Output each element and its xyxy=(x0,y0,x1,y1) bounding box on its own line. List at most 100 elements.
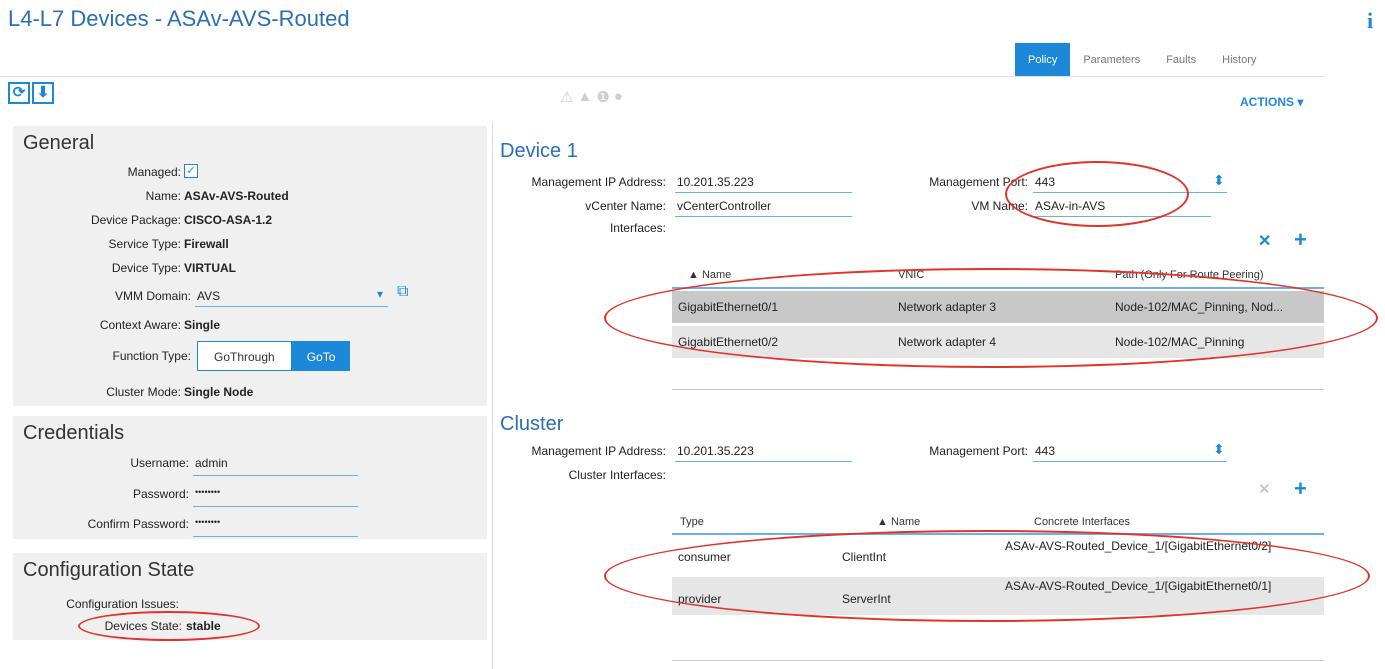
row-type: consumer xyxy=(678,550,731,564)
devices-state-value: stable xyxy=(186,619,221,633)
confirm-password-input[interactable]: •••••••• xyxy=(195,517,220,527)
context-aware-label: Context Aware: xyxy=(99,318,181,332)
username-input[interactable]: admin xyxy=(195,456,228,470)
confirm-password-underline xyxy=(193,536,358,537)
cluster-mgmt-port-label: Management Port: xyxy=(929,444,1028,458)
critical-fault-icon[interactable]: ⚠ xyxy=(560,88,573,106)
device1-header-rule xyxy=(672,287,1324,289)
row-vnic: Network adapter 3 xyxy=(898,300,997,314)
chevron-down-icon[interactable]: ▾ xyxy=(377,287,383,301)
vm-name-underline xyxy=(1033,216,1211,217)
device1-mgmt-ip-input[interactable]: 10.201.35.223 xyxy=(677,175,754,189)
device1-col-path[interactable]: Path (Only For Route Peering) xyxy=(1115,269,1264,281)
page-title: L4-L7 Devices - ASAv-AVS-Routed xyxy=(8,6,350,31)
vmm-domain-label: VMM Domain: xyxy=(114,289,191,303)
device-package-label: Device Package: xyxy=(90,213,181,227)
spinner-icon[interactable]: ⬍ xyxy=(1213,441,1225,458)
cluster-interfaces-label: Cluster Interfaces: xyxy=(568,468,666,482)
tab-faults[interactable]: Faults xyxy=(1153,43,1209,77)
managed-checkbox[interactable]: ✓ xyxy=(184,164,198,178)
password-input[interactable]: •••••••• xyxy=(195,487,220,497)
tab-bar: Policy Parameters Faults History xyxy=(1015,43,1269,77)
vm-name-input[interactable]: ASAv-in-AVS xyxy=(1035,199,1105,213)
actions-menu[interactable]: ACTIONS ▾ xyxy=(1240,95,1303,109)
name-label: Name: xyxy=(145,189,181,203)
cluster-table-bottom xyxy=(672,660,1324,661)
download-icon[interactable]: ⬇ xyxy=(32,82,54,104)
password-label: Password: xyxy=(132,487,189,501)
cluster-title: Cluster xyxy=(500,413,564,435)
device1-mgmt-ip-underline xyxy=(675,192,852,193)
info-icon[interactable]: i xyxy=(1367,8,1373,34)
vcenter-name-input[interactable]: vCenterController xyxy=(677,199,771,213)
cluster-mgmt-port-input[interactable]: 443 xyxy=(1035,444,1055,458)
delete-cluster-interface-icon[interactable]: ✕ xyxy=(1258,480,1271,498)
cluster-mgmt-ip-underline xyxy=(675,461,852,462)
config-state-title: Configuration State xyxy=(23,559,195,581)
tab-history[interactable]: History xyxy=(1209,43,1269,77)
table-row[interactable]: GigabitEthernet0/2 Network adapter 4 Nod… xyxy=(672,326,1324,358)
device-type-label: Device Type: xyxy=(111,261,181,275)
name-value: ASAv-AVS-Routed xyxy=(184,189,289,203)
fault-counters: ⚠ ▲ ❶ ● xyxy=(560,88,623,106)
function-type-label: Function Type: xyxy=(112,349,192,363)
vm-name-label: VM Name: xyxy=(971,199,1028,213)
config-issues-label: Configuration Issues: xyxy=(66,597,179,611)
refresh-icon[interactable]: ⟳ xyxy=(8,82,30,104)
spinner-icon[interactable]: ⬍ xyxy=(1213,172,1225,189)
table-row[interactable]: consumer ClientInt ASAv-AVS-Routed_Devic… xyxy=(672,537,1324,573)
cluster-mgmt-ip-input[interactable]: 10.201.35.223 xyxy=(677,444,754,458)
cluster-col-concrete[interactable]: Concrete Interfaces xyxy=(1034,516,1130,528)
service-type-value: Firewall xyxy=(184,237,229,251)
device1-col-name[interactable]: ▲ Name xyxy=(688,269,731,281)
context-aware-value: Single xyxy=(184,318,221,332)
service-type-label: Service Type: xyxy=(108,237,181,251)
major-fault-icon[interactable]: ▲ xyxy=(577,88,592,106)
row-path: Node-102/MAC_Pinning xyxy=(1115,335,1245,349)
row-name: ServerInt xyxy=(842,592,891,606)
interfaces-label: Interfaces: xyxy=(609,221,666,235)
cluster-mode-label: Cluster Mode: xyxy=(106,385,181,399)
devices-state-label: Devices State: xyxy=(104,619,182,633)
cluster-mode-value: Single Node xyxy=(184,385,254,399)
confirm-password-label: Confirm Password: xyxy=(87,517,189,531)
managed-label: Managed: xyxy=(127,165,181,179)
row-concrete: ASAv-AVS-Routed_Device_1/[GigabitEtherne… xyxy=(1005,539,1272,553)
device-type-value: VIRTUAL xyxy=(184,261,236,275)
device1-mgmt-port-label: Management Port: xyxy=(929,175,1028,189)
vmm-domain-value[interactable]: AVS xyxy=(197,289,220,303)
table-row[interactable]: provider ServerInt ASAv-AVS-Routed_Devic… xyxy=(672,577,1324,615)
external-link-icon[interactable]: ⧉ xyxy=(397,283,408,301)
row-type: provider xyxy=(678,592,722,606)
warning-fault-icon[interactable]: ● xyxy=(614,88,623,106)
password-underline xyxy=(193,506,358,507)
device-package-value: CISCO-ASA-1.2 xyxy=(184,213,273,227)
function-goto-option[interactable]: GoTo xyxy=(291,341,351,371)
username-underline xyxy=(193,475,358,476)
minor-fault-icon[interactable]: ❶ xyxy=(596,88,609,106)
add-interface-icon[interactable]: + xyxy=(1294,227,1307,253)
cluster-col-type[interactable]: Type xyxy=(680,516,704,528)
tab-parameters[interactable]: Parameters xyxy=(1070,43,1153,77)
device1-mgmt-ip-label: Management IP Address: xyxy=(531,175,666,189)
cluster-mgmt-port-underline xyxy=(1033,461,1227,462)
vmm-domain-underline xyxy=(195,306,388,307)
device1-col-vnic[interactable]: VNIC xyxy=(898,269,924,281)
function-gothrough-option[interactable]: GoThrough xyxy=(197,341,292,371)
tab-policy[interactable]: Policy xyxy=(1015,43,1071,77)
device1-mgmt-port-underline xyxy=(1033,192,1227,193)
tabs-divider xyxy=(0,76,1325,77)
credentials-title: Credentials xyxy=(23,422,125,444)
row-concrete: ASAv-AVS-Routed_Device_1/[GigabitEtherne… xyxy=(1005,579,1272,593)
annotation-ellipse-port xyxy=(1005,161,1189,227)
cluster-col-name[interactable]: ▲ Name xyxy=(877,516,920,528)
row-path: Node-102/MAC_Pinning, Nod... xyxy=(1115,300,1284,314)
delete-interface-icon[interactable]: ✕ xyxy=(1258,231,1271,251)
cluster-mgmt-ip-label: Management IP Address: xyxy=(531,444,666,458)
device1-table-bottom xyxy=(672,389,1324,390)
add-cluster-interface-icon[interactable]: + xyxy=(1294,476,1307,502)
device1-mgmt-port-input[interactable]: 443 xyxy=(1035,175,1055,189)
row-vnic: Network adapter 4 xyxy=(898,335,997,349)
table-row[interactable]: GigabitEthernet0/1 Network adapter 3 Nod… xyxy=(672,291,1324,323)
general-title: General xyxy=(23,132,95,154)
